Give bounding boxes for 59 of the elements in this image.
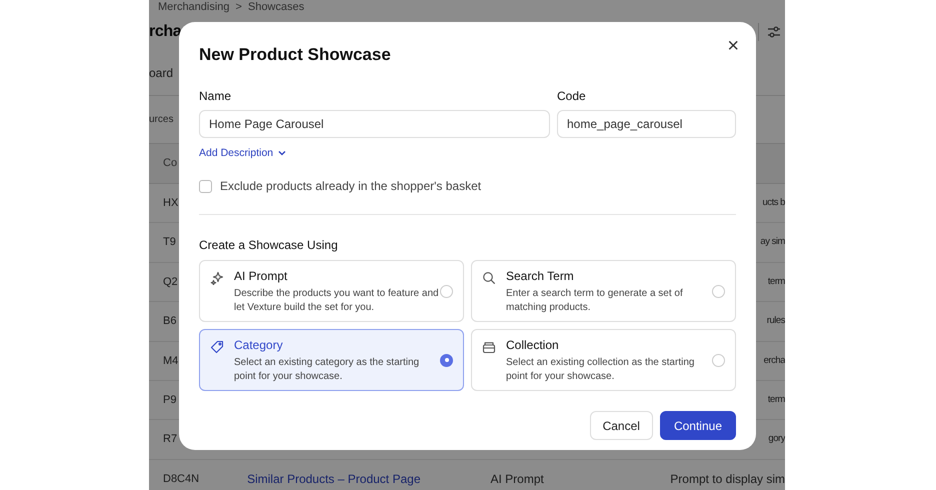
option-title: Collection [506, 337, 560, 354]
continue-button[interactable]: Continue [660, 411, 736, 440]
table-cell: term [768, 393, 785, 408]
field-label: Code [557, 88, 587, 102]
table-cell-text: ay sim [760, 235, 785, 250]
tab[interactable]: oard [149, 64, 174, 82]
tag-icon [210, 340, 224, 354]
table-cell: rules [766, 314, 785, 328]
breadcrumb-link[interactable]: Showcases [248, 0, 304, 16]
table-cell-text: B6 [163, 314, 176, 330]
column-header: Co [163, 156, 178, 172]
table-cell-text: M4 [163, 354, 178, 368]
radio-button[interactable] [440, 354, 453, 367]
option-description: Select an existing category as the starting point for your showcase. [234, 356, 420, 384]
option-card[interactable]: Collection Select an existing collection as the starting point for your showcase. [471, 329, 736, 392]
table-cell: ucts b [762, 196, 785, 210]
option-title: Category [234, 337, 284, 354]
chevron-down-icon [278, 150, 286, 156]
radio-button[interactable] [712, 284, 725, 298]
dialog-title: New Product Showcase [199, 44, 391, 66]
showcase-link[interactable]: Similar Products – Product Page [247, 470, 420, 488]
table-cell-text: Prompt to display sim [670, 470, 785, 488]
radio-button[interactable] [712, 354, 725, 367]
breadcrumb-link[interactable]: Merchandising [158, 0, 230, 16]
table-cell-text: R7 [163, 432, 178, 448]
text-field[interactable]: Home Page Carousel [199, 110, 550, 138]
search-icon [482, 271, 496, 286]
table-cell-text: AI Prompt [490, 470, 544, 488]
sparkles-icon [210, 271, 224, 286]
field-label: Name [199, 88, 232, 102]
option-card[interactable]: AI Prompt Describe the products you want to feature and let Vexture build the set for you. [199, 260, 464, 322]
table-cell-text: Q2 [163, 274, 178, 290]
page-title: rcha [149, 22, 182, 42]
option-title: Search Term [506, 268, 575, 286]
box-icon [482, 340, 496, 354]
option-description: Select an existing collection as the starting point for your showcase. [506, 356, 696, 384]
cancel-button[interactable]: Cancel [590, 411, 653, 440]
add-description-link[interactable]: Add Description [199, 146, 286, 162]
table-cell-text: gory [768, 432, 785, 446]
checkbox-label: Exclude products already in the shopper's basket [220, 178, 482, 196]
radio-button[interactable] [440, 284, 453, 298]
option-card[interactable]: Search Term Enter a search term to generate a set of matching products. [471, 260, 736, 322]
sliders-icon[interactable] [767, 25, 781, 39]
section-title: Create a Showcase Using [199, 237, 339, 254]
option-description: Enter a search term to generate a set of matching products. [506, 287, 684, 316]
table-cell: ercha [764, 354, 785, 368]
table-cell-text: D8C4N [163, 472, 200, 487]
option-card[interactable]: Category Select an existing category as the starting point for your showcase. [199, 329, 464, 392]
table-cell-text: term [768, 274, 785, 289]
text-field[interactable]: home_page_carousel [557, 110, 736, 138]
close-button[interactable]: × [727, 36, 739, 56]
breadcrumb-separator: > [236, 0, 242, 15]
table-cell-text: T9 [163, 235, 176, 250]
table-cell-text: HX [163, 196, 178, 211]
option-description: Describe the products you want to feature and let Vexture build the set for you. [234, 287, 440, 316]
filter-button[interactable]: urces [149, 112, 174, 127]
checkbox[interactable] [199, 180, 212, 193]
table-cell-text: P9 [163, 392, 176, 408]
option-title: AI Prompt [234, 268, 288, 286]
